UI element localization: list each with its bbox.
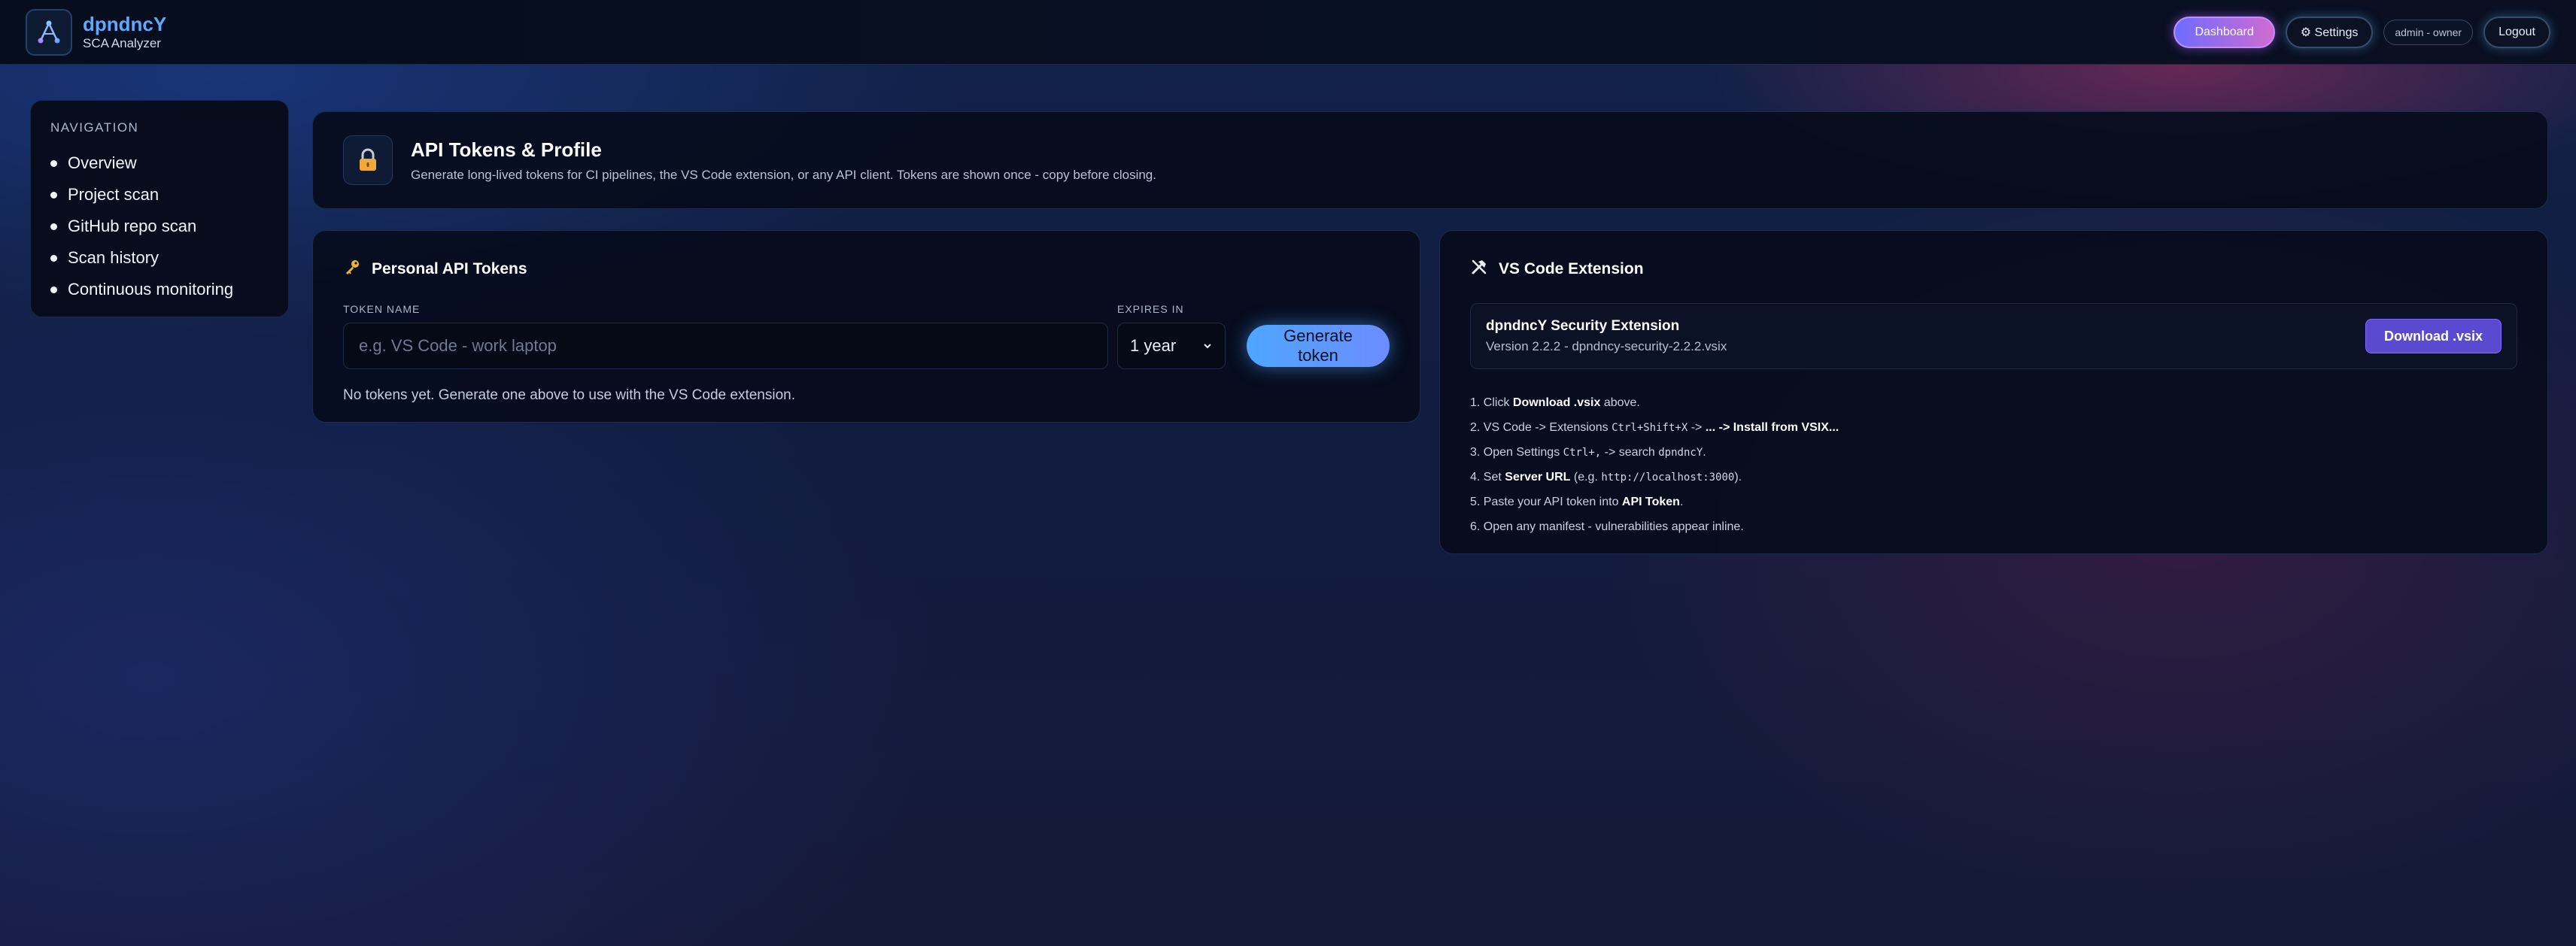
sidebar: NAVIGATION Overview Project scan GitHub … — [30, 100, 289, 317]
extension-version: Version 2.2.2 - dpndncy-security-2.2.2.v… — [1486, 339, 1727, 353]
page-title: API Tokens & Profile — [411, 138, 602, 161]
step-code: Ctrl+, — [1563, 446, 1602, 459]
app-logo-icon — [26, 8, 72, 56]
token-name-label: TOKEN NAME — [343, 303, 421, 315]
step-text: VS Code -> Extensions — [1483, 420, 1612, 434]
download-vsix-button[interactable]: Download .vsix — [2365, 319, 2502, 353]
step-text: Paste your API token into — [1483, 495, 1622, 508]
step-text: Set — [1483, 470, 1505, 484]
step-text: Open any manifest - vulnerabilities appe… — [1483, 520, 1744, 533]
bullet-icon — [50, 223, 57, 230]
logout-button[interactable]: Logout — [2483, 16, 2550, 48]
app-name: dpndncY — [83, 12, 167, 35]
step-bold: Server URL — [1505, 470, 1571, 484]
install-step: 5. Paste your API token into API Token. — [1470, 490, 2517, 514]
dashboard-button[interactable]: Dashboard — [2174, 16, 2275, 48]
sidebar-item-label: Continuous monitoring — [68, 280, 234, 299]
personal-tokens-card: Personal API Tokens TOKEN NAME EXPIRES I… — [312, 230, 1420, 423]
step-number: 2. — [1470, 420, 1484, 434]
install-step: 3. Open Settings Ctrl+, -> search dpndnc… — [1470, 440, 2517, 465]
install-step: 6. Open any manifest - vulnerabilities a… — [1470, 514, 2517, 539]
bullet-icon — [50, 286, 57, 293]
step-text: . — [1679, 495, 1684, 508]
top-bar: dpndncY SCA Analyzer Dashboard ⚙ Setting… — [0, 0, 2576, 65]
step-bold: Download .vsix — [1512, 396, 1601, 409]
step-text: (e.g. — [1570, 470, 1602, 484]
token-form: TOKEN NAME EXPIRES IN 1 year Generate to… — [343, 303, 1390, 369]
step-number: 6. — [1470, 520, 1484, 533]
user-badge: admin - owner — [2383, 19, 2474, 45]
page-header-card: API Tokens & Profile Generate long-lived… — [312, 111, 2548, 209]
sidebar-item-label: Overview — [68, 153, 137, 172]
sidebar-item-continuous-monitoring[interactable]: Continuous monitoring — [50, 274, 269, 305]
install-step: 1. Click Download .vsix above. — [1470, 390, 2517, 415]
bullet-icon — [50, 191, 57, 199]
step-text: Open Settings — [1483, 445, 1563, 459]
step-bold: ... -> Install from VSIX... — [1705, 420, 1839, 434]
step-text: above. — [1600, 396, 1640, 409]
chevron-down-icon — [1202, 336, 1213, 356]
step-text: . — [1703, 445, 1706, 459]
step-bold: API Token — [1621, 495, 1680, 508]
sidebar-item-label: GitHub repo scan — [68, 217, 197, 235]
bullet-icon — [50, 159, 57, 167]
vscode-panel-title: VS Code Extension — [1499, 260, 1644, 277]
step-number: 3. — [1470, 445, 1484, 459]
install-step: 4. Set Server URL (e.g. http://localhost… — [1470, 465, 2517, 490]
vscode-extension-card: VS Code Extension dpndncY Security Exten… — [1439, 230, 2548, 554]
key-icon — [343, 258, 361, 280]
nav-heading: NAVIGATION — [50, 120, 139, 135]
app-subtitle: SCA Analyzer — [83, 35, 161, 50]
step-number: 4. — [1470, 470, 1484, 484]
expires-label: EXPIRES IN — [1117, 303, 1184, 315]
tools-icon — [1470, 258, 1488, 280]
generate-token-button[interactable]: Generate token — [1247, 325, 1390, 367]
expires-select[interactable]: 1 year — [1117, 323, 1226, 369]
install-step: 2. VS Code -> Extensions Ctrl+Shift+X ->… — [1470, 415, 2517, 440]
sidebar-item-label: Project scan — [68, 185, 159, 204]
bullet-icon — [50, 254, 57, 262]
extension-name: dpndncY Security Extension — [1486, 318, 1680, 334]
step-text: Click — [1483, 396, 1513, 409]
token-name-input[interactable] — [343, 323, 1108, 369]
step-code: dpndncY — [1658, 446, 1703, 459]
step-code: Ctrl+Shift+X — [1612, 421, 1688, 434]
step-number: 5. — [1470, 495, 1484, 508]
step-code: http://localhost:3000 — [1601, 471, 1735, 484]
sidebar-item-project-scan[interactable]: Project scan — [50, 179, 269, 211]
install-steps: 1. Click Download .vsix above. 2. VS Cod… — [1470, 390, 2517, 539]
page-subtitle: Generate long-lived tokens for CI pipeli… — [411, 167, 1156, 182]
step-text: -> search — [1601, 445, 1659, 459]
sidebar-item-label: Scan history — [68, 248, 159, 267]
tokens-panel-title: Personal API Tokens — [372, 260, 527, 277]
brand[interactable]: dpndncY SCA Analyzer — [26, 8, 167, 56]
step-text: -> — [1687, 420, 1706, 434]
settings-button[interactable]: ⚙ Settings — [2285, 16, 2374, 48]
sidebar-item-overview[interactable]: Overview — [50, 147, 269, 179]
top-actions: Dashboard ⚙ Settings admin - owner Logou… — [2174, 16, 2550, 48]
empty-tokens-message: No tokens yet. Generate one above to use… — [343, 387, 795, 403]
expires-selected-value: 1 year — [1130, 336, 1177, 355]
nav-list: Overview Project scan GitHub repo scan S… — [50, 147, 269, 305]
extension-info: dpndncY Security Extension Version 2.2.2… — [1470, 303, 2517, 369]
lock-icon — [343, 135, 393, 185]
sidebar-item-github-repo-scan[interactable]: GitHub repo scan — [50, 211, 269, 242]
step-text: ). — [1734, 470, 1742, 484]
step-number: 1. — [1470, 396, 1484, 409]
sidebar-item-scan-history[interactable]: Scan history — [50, 242, 269, 274]
